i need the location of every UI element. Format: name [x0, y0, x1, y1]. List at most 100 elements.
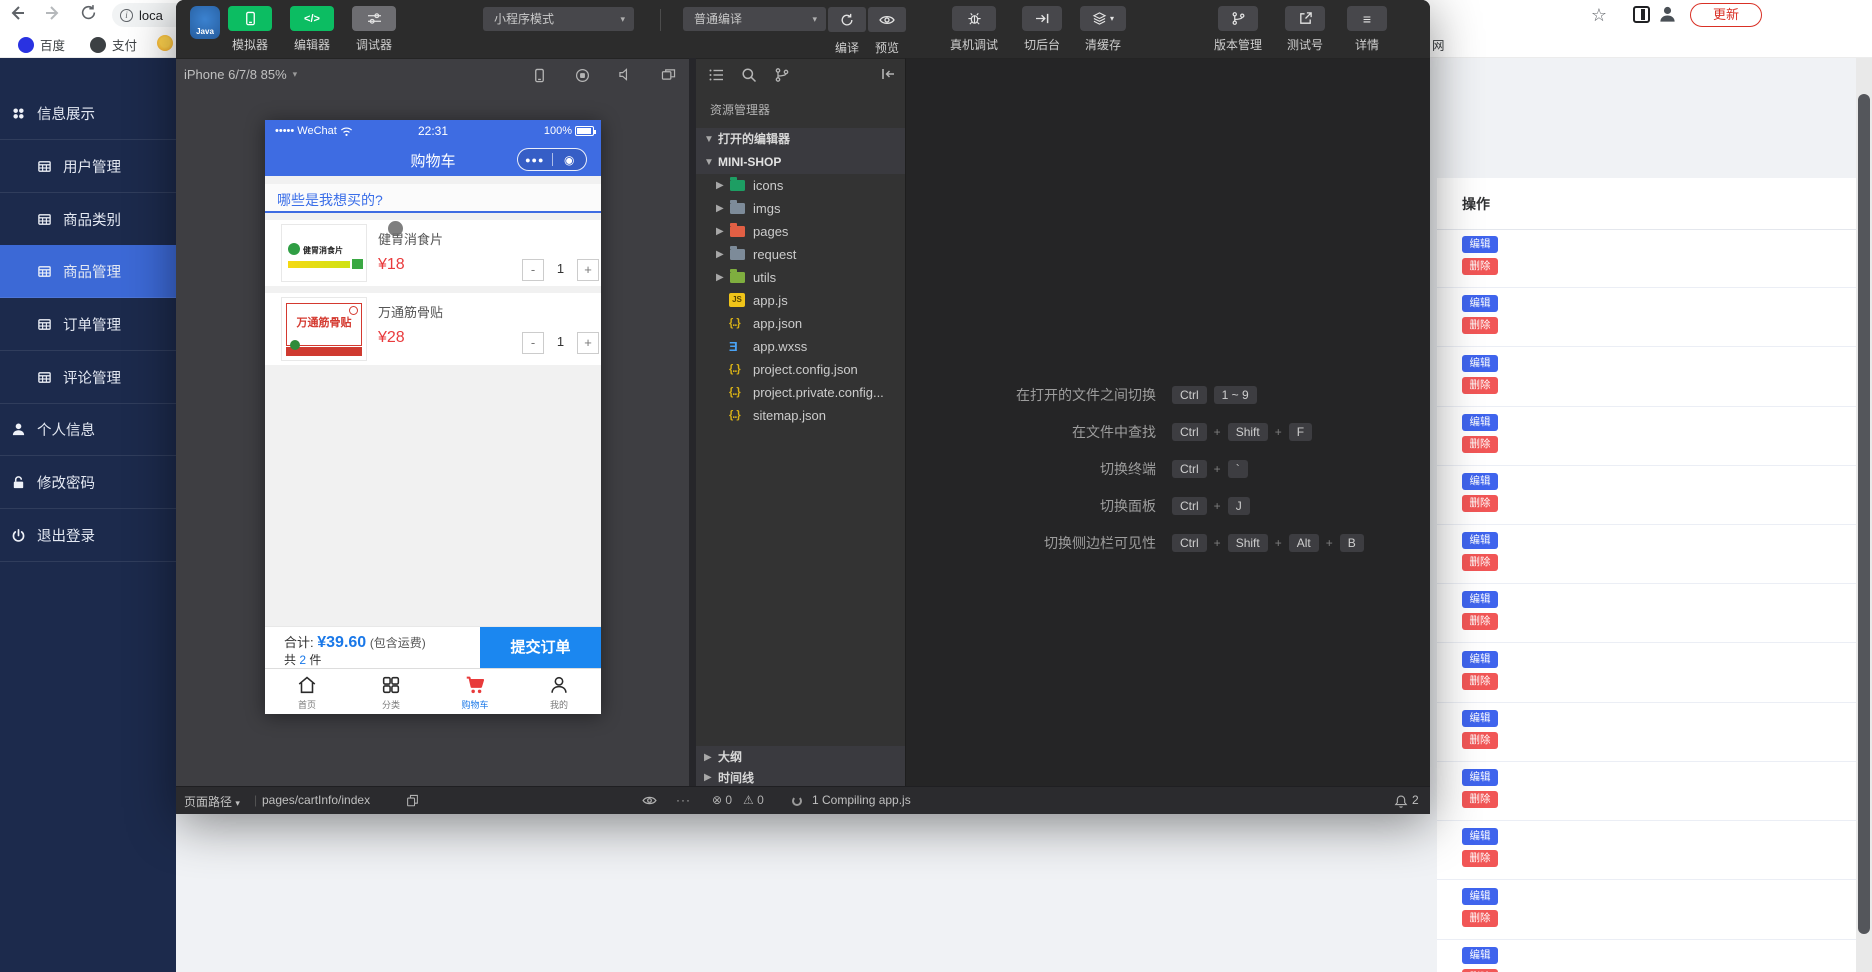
delete-button[interactable]: 删除 [1462, 732, 1498, 749]
tree-file-privateconfig[interactable]: {..} project.private.config... [696, 381, 905, 404]
sidebar-item-order-mgmt[interactable]: 订单管理 [0, 298, 176, 351]
delete-button[interactable]: 删除 [1462, 495, 1498, 512]
delete-button[interactable]: 删除 [1462, 613, 1498, 630]
scrollbar-thumb[interactable] [1858, 94, 1870, 934]
cart-item-row[interactable]: 健胃消食片 健胃消食片 ¥18 - 1 + [265, 220, 601, 286]
tab-category[interactable]: 分类 [349, 669, 433, 714]
tab-home[interactable]: 首页 [265, 669, 349, 714]
timeline-section[interactable]: ▶ 时间线 [696, 769, 905, 787]
mode-dropdown[interactable]: 小程序模式 ▾ [483, 7, 634, 31]
warning-count[interactable]: ⚠ 0 [743, 793, 764, 807]
speaker-icon[interactable] [618, 68, 633, 81]
page-scrollbar[interactable] [1856, 58, 1872, 972]
edit-button[interactable]: 编辑 [1462, 532, 1498, 549]
test-account-button[interactable]: 测试号 [1275, 6, 1335, 53]
device-selector[interactable]: iPhone 6/7/8 85% ▾ [184, 67, 297, 82]
side-panel-icon[interactable] [1633, 6, 1650, 23]
edit-button[interactable]: 编辑 [1462, 947, 1498, 964]
switch-background-button[interactable]: 切后台 [1012, 6, 1072, 53]
debugger-toggle-button[interactable]: 调试器 [344, 6, 404, 53]
forward-icon[interactable] [44, 4, 66, 22]
edit-button[interactable]: 编辑 [1462, 473, 1498, 490]
edit-button[interactable]: 编辑 [1462, 651, 1498, 668]
browser-update-button[interactable]: 更新 [1690, 3, 1762, 27]
quantity-plus-button[interactable]: + [577, 259, 599, 281]
tree-file-projectconfig[interactable]: {..} project.config.json [696, 358, 905, 381]
bookmark-partial[interactable]: 网 [1432, 35, 1445, 54]
tab-cart[interactable]: 购物车 [433, 669, 517, 714]
edit-button[interactable]: 编辑 [1462, 769, 1498, 786]
delete-button[interactable]: 删除 [1462, 554, 1498, 571]
sidebar-item-personal-info[interactable]: 个人信息 [0, 403, 176, 456]
outline-section[interactable]: ▶ 大纲 [696, 746, 905, 769]
bell-icon[interactable] [1394, 794, 1408, 809]
refresh-icon[interactable] [80, 4, 102, 21]
quantity-minus-button[interactable]: - [522, 259, 544, 281]
profile-avatar-icon[interactable] [1658, 5, 1680, 24]
delete-button[interactable]: 删除 [1462, 436, 1498, 453]
tree-folder-imgs[interactable]: ▶ imgs [696, 197, 905, 220]
capsule-menu[interactable]: ●●● ◉ [517, 148, 587, 171]
version-control-button[interactable]: 版本管理 [1208, 6, 1268, 53]
info-icon[interactable]: i [120, 8, 133, 22]
tree-folder-request[interactable]: ▶ request [696, 243, 905, 266]
more-dots-icon[interactable]: ●●● [518, 155, 552, 165]
quantity-minus-button[interactable]: - [522, 332, 544, 354]
list-icon[interactable] [708, 67, 724, 83]
bookmark-pay[interactable]: 支付 [90, 35, 137, 54]
copy-icon[interactable] [406, 794, 419, 807]
sidebar-item-user-mgmt[interactable]: 用户管理 [0, 140, 176, 193]
details-button[interactable]: ≡ 详情 [1337, 6, 1397, 53]
tree-file-appjs[interactable]: JS app.js [696, 289, 905, 312]
clear-cache-button[interactable]: ▾ 清缓存 [1073, 6, 1133, 53]
collapse-panel-icon[interactable] [880, 67, 896, 81]
editor-toggle-button[interactable]: </> 编辑器 [282, 6, 342, 53]
error-count[interactable]: ⊗ 0 [712, 793, 732, 807]
quantity-plus-button[interactable]: + [577, 332, 599, 354]
tree-file-sitemap[interactable]: {..} sitemap.json [696, 404, 905, 427]
sidebar-item-product-category[interactable]: 商品类别 [0, 193, 176, 246]
edit-button[interactable]: 编辑 [1462, 591, 1498, 608]
tree-file-appwxss[interactable]: Ǝapp.wxss [696, 335, 905, 358]
delete-button[interactable]: 删除 [1462, 850, 1498, 867]
edit-button[interactable]: 编辑 [1462, 710, 1498, 727]
page-path-dropdown[interactable]: 页面路径 ▾ [184, 793, 240, 810]
bookmark-star-icon[interactable]: ☆ [1588, 5, 1610, 26]
preview-button[interactable] [868, 7, 906, 32]
delete-button[interactable]: 删除 [1462, 791, 1498, 808]
compile-mode-dropdown[interactable]: 普通编译 ▾ [683, 7, 826, 31]
edit-button[interactable]: 编辑 [1462, 295, 1498, 312]
remote-debug-button[interactable]: 真机调试 [944, 6, 1004, 53]
open-editors-section[interactable]: ▼ 打开的编辑器 [696, 128, 905, 151]
bookmark-lion[interactable] [157, 35, 173, 51]
delete-button[interactable]: 删除 [1462, 673, 1498, 690]
sidebar-item-review-mgmt[interactable]: 评论管理 [0, 351, 176, 404]
multi-window-icon[interactable] [661, 68, 676, 81]
edit-button[interactable]: 编辑 [1462, 355, 1498, 372]
search-icon[interactable] [741, 67, 757, 83]
exit-target-icon[interactable]: ◉ [553, 153, 587, 167]
submit-order-button[interactable]: 提交订单 [480, 627, 601, 669]
delete-button[interactable]: 删除 [1462, 910, 1498, 927]
sidebar-item-logout[interactable]: 退出登录 [0, 509, 176, 562]
tab-mine[interactable]: 我的 [517, 669, 601, 714]
device-frame-icon[interactable] [532, 68, 547, 83]
bookmark-baidu[interactable]: 百度 [18, 35, 65, 54]
sidebar-item-info-display[interactable]: 信息展示 [0, 87, 176, 140]
edit-button[interactable]: 编辑 [1462, 888, 1498, 905]
project-root-item[interactable]: ▼ MINI-SHOP [696, 151, 905, 174]
panel-divider[interactable] [689, 58, 696, 786]
tree-folder-pages[interactable]: ▶ pages [696, 220, 905, 243]
simulator-toggle-button[interactable]: 模拟器 [220, 6, 280, 53]
sidebar-item-change-password[interactable]: 修改密码 [0, 456, 176, 509]
delete-button[interactable]: 删除 [1462, 258, 1498, 275]
cart-item-row[interactable]: 万通筋骨贴 万通筋骨贴 ¥28 - 1 + [265, 293, 601, 365]
back-icon[interactable] [8, 4, 30, 22]
edit-button[interactable]: 编辑 [1462, 828, 1498, 845]
delete-button[interactable]: 删除 [1462, 377, 1498, 394]
edit-button[interactable]: 编辑 [1462, 236, 1498, 253]
more-dots-icon[interactable]: ··· [676, 793, 691, 807]
tree-file-appjson[interactable]: {..} app.json [696, 312, 905, 335]
edit-button[interactable]: 编辑 [1462, 414, 1498, 431]
git-branch-icon[interactable] [774, 67, 790, 83]
